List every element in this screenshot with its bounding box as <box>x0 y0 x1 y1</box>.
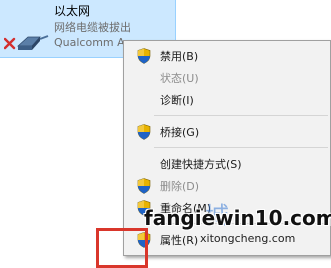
menu-item-label: 桥接(G) <box>160 126 200 139</box>
menu-item-status[interactable]: 状态(U) <box>124 67 330 89</box>
uac-shield-icon <box>137 124 151 140</box>
uac-shield-icon <box>137 48 151 64</box>
menu-separator <box>154 147 328 148</box>
adapter-name: 以太网 <box>54 4 91 18</box>
watermark-sub: xitongcheng.com <box>200 232 296 245</box>
watermark: fangiewin10.com xitongcheng.com <box>144 206 331 245</box>
menu-item-label: 属性(R) <box>160 234 199 247</box>
menu-item-label: 诊断(I) <box>160 94 194 107</box>
menu-item-diagnose[interactable]: 诊断(I) <box>124 89 330 111</box>
menu-separator <box>154 115 328 116</box>
menu-item-create-shortcut[interactable]: 创建快捷方式(S) <box>124 153 330 175</box>
adapter-device: Qualcomm A <box>54 36 125 49</box>
ethernet-adapter-icon <box>4 35 49 50</box>
menu-item-delete[interactable]: 删除(D) <box>124 175 330 197</box>
adapter-status: 网络电缆被拔出 <box>54 21 131 34</box>
menu-item-label: 删除(D) <box>160 180 200 193</box>
menu-item-bridge[interactable]: 桥接(G) <box>124 121 330 143</box>
watermark-main: fangiewin10.com <box>144 206 331 230</box>
highlight-box <box>96 228 148 268</box>
menu-item-label: 创建快捷方式(S) <box>160 158 242 171</box>
menu-item-label: 状态(U) <box>160 72 199 85</box>
menu-item-label: 禁用(B) <box>160 50 199 63</box>
uac-shield-icon <box>137 178 151 194</box>
menu-item-disable[interactable]: 禁用(B) <box>124 45 330 67</box>
